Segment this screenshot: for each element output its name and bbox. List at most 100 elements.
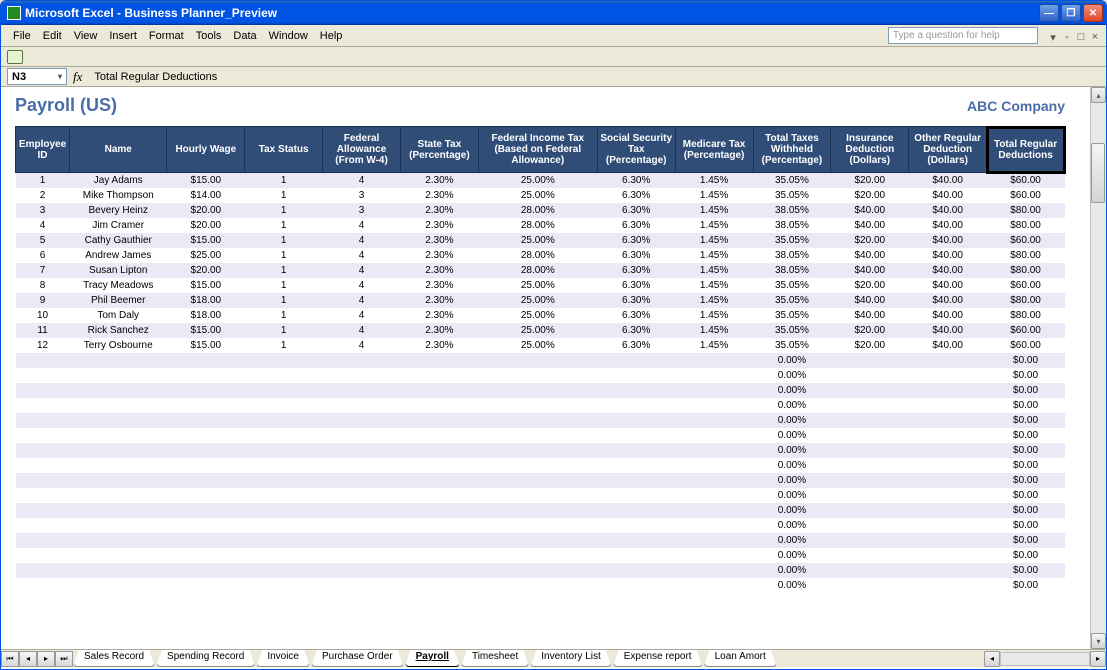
cell[interactable] xyxy=(70,503,167,518)
table-row[interactable]: 5Cathy Gauthier$15.00142.30%25.00%6.30%1… xyxy=(16,233,1065,248)
cell[interactable] xyxy=(597,533,675,548)
cell[interactable]: $15.00 xyxy=(167,233,245,248)
cell[interactable] xyxy=(831,353,909,368)
cell[interactable] xyxy=(70,488,167,503)
cell[interactable]: 1.45% xyxy=(675,203,753,218)
cell[interactable] xyxy=(400,578,478,593)
cell[interactable] xyxy=(909,518,987,533)
cell[interactable]: 0.00% xyxy=(753,353,831,368)
cell[interactable]: 28.00% xyxy=(478,218,597,233)
cell[interactable]: 3 xyxy=(323,203,401,218)
cell[interactable]: 38.05% xyxy=(753,203,831,218)
cell[interactable]: 6.30% xyxy=(597,263,675,278)
cell[interactable]: 2.30% xyxy=(400,278,478,293)
cell[interactable] xyxy=(245,563,323,578)
cell[interactable] xyxy=(245,548,323,563)
cell[interactable] xyxy=(323,413,401,428)
sheet-tab-expense-report[interactable]: Expense report xyxy=(613,650,703,667)
cell[interactable] xyxy=(675,428,753,443)
cell[interactable] xyxy=(245,413,323,428)
cell[interactable] xyxy=(70,458,167,473)
tab-first-button[interactable]: ⏮ xyxy=(1,651,19,667)
scroll-thumb[interactable] xyxy=(1091,143,1105,203)
table-row[interactable]: 0.00%$0.00 xyxy=(16,533,1065,548)
column-header[interactable]: Insurance Deduction (Dollars) xyxy=(831,127,909,173)
cell[interactable] xyxy=(831,428,909,443)
cell[interactable]: $60.00 xyxy=(987,188,1065,203)
cell[interactable] xyxy=(16,533,70,548)
cell[interactable] xyxy=(16,428,70,443)
cell[interactable] xyxy=(16,443,70,458)
cell[interactable]: $60.00 xyxy=(987,233,1065,248)
cell[interactable] xyxy=(909,473,987,488)
scroll-up-button[interactable]: ▴ xyxy=(1091,87,1106,103)
table-row[interactable]: 0.00%$0.00 xyxy=(16,443,1065,458)
cell[interactable] xyxy=(70,383,167,398)
cell[interactable]: $40.00 xyxy=(909,203,987,218)
cell[interactable] xyxy=(478,458,597,473)
cell[interactable] xyxy=(400,518,478,533)
cell[interactable]: 8 xyxy=(16,278,70,293)
sheet-tab-spending-record[interactable]: Spending Record xyxy=(156,650,255,667)
cell[interactable] xyxy=(831,548,909,563)
cell[interactable]: $80.00 xyxy=(987,248,1065,263)
cell[interactable]: 0.00% xyxy=(753,368,831,383)
cell[interactable] xyxy=(675,473,753,488)
formula-input[interactable]: Total Regular Deductions xyxy=(88,71,1100,83)
cell[interactable]: 0.00% xyxy=(753,428,831,443)
cell[interactable]: 0.00% xyxy=(753,488,831,503)
cell[interactable] xyxy=(245,398,323,413)
cell[interactable] xyxy=(831,503,909,518)
cell[interactable]: 0.00% xyxy=(753,548,831,563)
cell[interactable] xyxy=(400,428,478,443)
cell[interactable] xyxy=(400,533,478,548)
column-header[interactable]: Total Taxes Withheld (Percentage) xyxy=(753,127,831,173)
cell[interactable] xyxy=(909,368,987,383)
table-row[interactable]: 11Rick Sanchez$15.00142.30%25.00%6.30%1.… xyxy=(16,323,1065,338)
cell[interactable]: 4 xyxy=(323,218,401,233)
cell[interactable]: 2.30% xyxy=(400,233,478,248)
table-row[interactable]: 0.00%$0.00 xyxy=(16,398,1065,413)
cell[interactable]: 1 xyxy=(245,323,323,338)
cell[interactable] xyxy=(245,488,323,503)
cell[interactable]: $14.00 xyxy=(167,188,245,203)
cell[interactable]: 6.30% xyxy=(597,203,675,218)
cell[interactable]: Rick Sanchez xyxy=(70,323,167,338)
cell[interactable]: 1 xyxy=(245,263,323,278)
cell[interactable] xyxy=(478,488,597,503)
sheet-tab-purchase-order[interactable]: Purchase Order xyxy=(311,650,404,667)
cell[interactable] xyxy=(478,533,597,548)
table-row[interactable]: 0.00%$0.00 xyxy=(16,473,1065,488)
table-row[interactable]: 0.00%$0.00 xyxy=(16,353,1065,368)
cell[interactable] xyxy=(16,578,70,593)
cell[interactable] xyxy=(16,398,70,413)
cell[interactable] xyxy=(323,488,401,503)
cell[interactable] xyxy=(478,413,597,428)
cell[interactable] xyxy=(831,413,909,428)
table-row[interactable]: 0.00%$0.00 xyxy=(16,458,1065,473)
cell[interactable]: Jay Adams xyxy=(70,173,167,188)
cell[interactable] xyxy=(675,578,753,593)
doc-close-button[interactable]: × xyxy=(1090,31,1100,41)
cell[interactable]: 4 xyxy=(323,263,401,278)
cell[interactable] xyxy=(245,428,323,443)
cell[interactable]: $18.00 xyxy=(167,308,245,323)
cell[interactable] xyxy=(16,488,70,503)
cell[interactable] xyxy=(597,383,675,398)
cell[interactable] xyxy=(597,368,675,383)
cell[interactable] xyxy=(323,533,401,548)
cell[interactable] xyxy=(597,443,675,458)
cell[interactable] xyxy=(478,563,597,578)
minimize-button[interactable]: — xyxy=(1039,4,1059,22)
cell[interactable]: $40.00 xyxy=(909,233,987,248)
cell[interactable] xyxy=(167,563,245,578)
cell[interactable]: $0.00 xyxy=(987,563,1065,578)
cell[interactable]: $60.00 xyxy=(987,278,1065,293)
cell[interactable] xyxy=(909,503,987,518)
cell[interactable] xyxy=(909,413,987,428)
cell[interactable]: 25.00% xyxy=(478,188,597,203)
table-row[interactable]: 0.00%$0.00 xyxy=(16,548,1065,563)
cell[interactable] xyxy=(478,443,597,458)
cell[interactable] xyxy=(16,413,70,428)
help-search-input[interactable]: Type a question for help xyxy=(888,27,1038,44)
